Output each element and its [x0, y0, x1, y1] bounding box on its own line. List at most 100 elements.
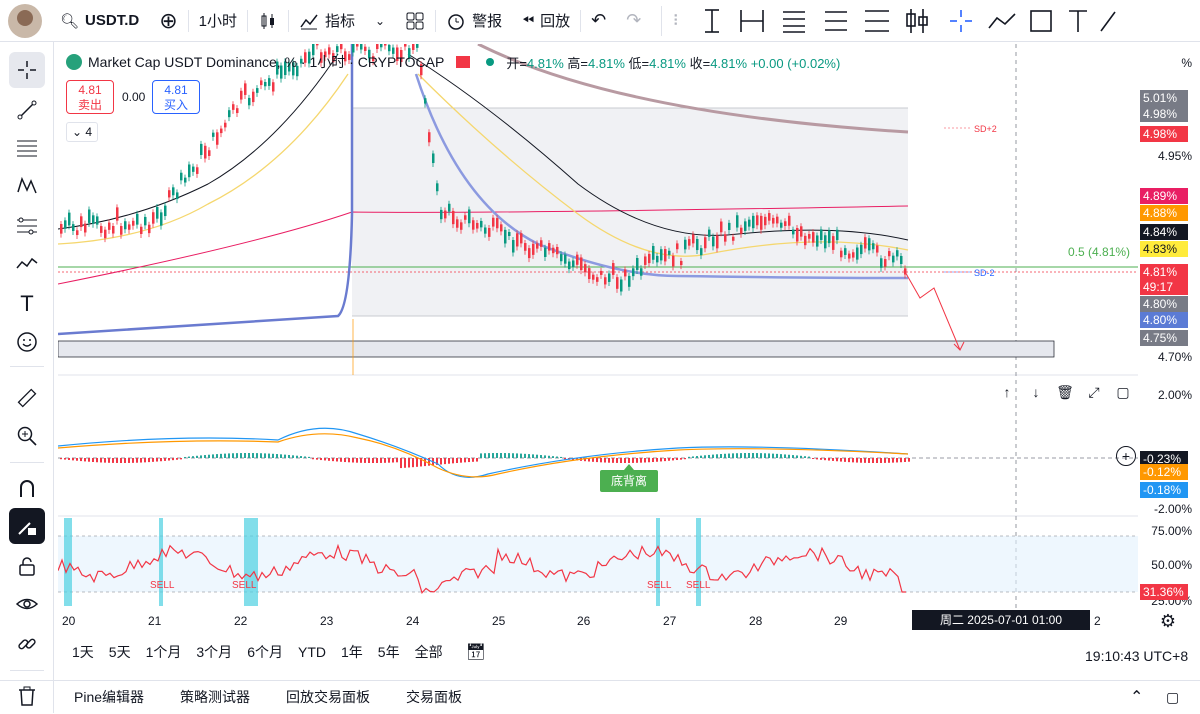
price-axis[interactable]: % 4.95% 4.70% 2.00% -2.00% 75.00% 50.00%… [1138, 44, 1200, 634]
move-pane-up-button[interactable]: ↑ [995, 380, 1019, 404]
indicators-button[interactable]: 指标 ⌄ [289, 0, 395, 42]
hide-tool[interactable] [9, 586, 45, 622]
candle [728, 222, 731, 230]
time-tick: 21 [148, 614, 162, 628]
macd-bar [172, 458, 174, 461]
range-ytd[interactable]: YTD [298, 644, 326, 660]
candle [808, 234, 811, 239]
target-zone-box [58, 340, 1055, 358]
macd-bar [872, 458, 874, 463]
macd-bar [480, 453, 482, 458]
macd-bar [768, 453, 770, 458]
brush-tool[interactable] [9, 246, 45, 282]
macd-bar [344, 458, 346, 463]
avatar[interactable] [8, 3, 42, 38]
candle [816, 235, 819, 247]
ruler-tool[interactable] [9, 380, 45, 416]
macd-bar [164, 458, 166, 461]
tab-pine-editor[interactable]: Pine编辑器 [56, 687, 162, 707]
maximize-panel-icon[interactable]: ▢ [1166, 689, 1179, 706]
range-3m[interactable]: 3个月 [196, 642, 232, 662]
macd-bar [644, 458, 646, 463]
drag-handle-icon[interactable]: ⠇ [662, 0, 693, 42]
delete-pane-icon[interactable]: 🗑︎ [1053, 380, 1077, 404]
layout-button[interactable] [395, 0, 435, 42]
signal-highlight [656, 518, 660, 606]
candle [160, 212, 163, 226]
text-tool[interactable]: T [9, 286, 45, 322]
price-tag: 4.80% [1140, 312, 1188, 328]
lock-tool[interactable] [9, 548, 45, 584]
pattern-tool[interactable] [9, 168, 45, 204]
redo-button[interactable]: ↷ [616, 0, 651, 42]
candle [660, 249, 663, 261]
flag-icon[interactable] [456, 56, 471, 68]
range-5y[interactable]: 5年 [378, 642, 400, 662]
fib-tool[interactable] [9, 130, 45, 166]
candle [888, 251, 891, 257]
tab-trading-panel[interactable]: 交易面板 [388, 687, 480, 707]
indicator-collapse-toggle[interactable]: ⌄ 4 [66, 122, 99, 142]
forecast-tool[interactable] [9, 208, 45, 244]
candle [168, 190, 171, 198]
candle-type-button[interactable] [248, 0, 288, 42]
candle [496, 218, 499, 229]
interval-button[interactable]: 1小时 [189, 0, 247, 42]
emoji-tool[interactable] [9, 324, 45, 360]
tab-replay-panel[interactable]: 回放交易面板 [268, 687, 388, 707]
replay-button[interactable]: ⏪︎ 回放 [512, 0, 580, 42]
alert-button[interactable]: 警报 [436, 0, 512, 42]
link-tool[interactable] [9, 626, 45, 662]
macd-bar [112, 458, 114, 463]
price-tag: 4.98% [1140, 126, 1188, 142]
spread-value: 0.00 [122, 90, 146, 104]
drawing-toolbar: T [0, 42, 54, 713]
crosshair-tool[interactable] [9, 52, 45, 88]
candle [792, 229, 795, 235]
sell-button[interactable]: 4.81 卖出 [66, 80, 114, 114]
price-chart[interactable]: 0.5 (4.81%) SD+2 SD-2 底背离 SELL SELL SELL… [58, 44, 1138, 634]
macd-bar [92, 458, 94, 463]
range-all[interactable]: 全部 [415, 642, 443, 662]
macd-bar [548, 455, 550, 458]
zoom-tool[interactable] [9, 418, 45, 454]
undo-button[interactable]: ↶ [581, 0, 616, 42]
magnet-tool[interactable] [9, 470, 45, 506]
range-5d[interactable]: 5天 [109, 642, 131, 662]
stay-in-drawing-tool[interactable] [9, 508, 45, 544]
buy-button[interactable]: 4.81 买入 [152, 80, 200, 114]
series-title[interactable]: Market Cap USDT Dominance, % · 1小时 · CRY… [88, 52, 444, 72]
candle [492, 217, 495, 227]
range-1m[interactable]: 1个月 [146, 642, 182, 662]
range-1y[interactable]: 1年 [341, 642, 363, 662]
date-range-icon[interactable]: 📅︎ [466, 642, 486, 662]
macd-bar [296, 455, 298, 458]
macd-bar [640, 458, 642, 463]
candle [200, 143, 203, 155]
candle [868, 238, 871, 251]
trendline-tool[interactable] [9, 92, 45, 128]
line-tool-icon[interactable] [705, 8, 720, 33]
macd-bar [752, 453, 754, 458]
range-6m[interactable]: 6个月 [247, 642, 283, 662]
chevron-up-icon[interactable]: ⌃ [1130, 687, 1143, 707]
settings-gear-icon[interactable]: ⚙ [1156, 609, 1180, 633]
macd-bar [748, 453, 750, 458]
candle [484, 227, 487, 234]
collapse-pane-icon[interactable]: ⤢ [1082, 380, 1106, 404]
macd-bar [540, 455, 542, 458]
add-plus-icon[interactable]: + [1116, 446, 1136, 466]
macd-bar [756, 453, 758, 458]
range-1d[interactable]: 1天 [72, 642, 94, 662]
macd-bar [136, 458, 138, 463]
time-tick: 2 [1094, 614, 1101, 628]
clock[interactable]: 19:10:43 UTC+8 [1085, 648, 1188, 664]
tab-strategy-tester[interactable]: 策略测试器 [162, 687, 268, 707]
move-pane-down-button[interactable]: ↓ [1024, 380, 1048, 404]
compare-add-button[interactable]: ⊕ [149, 0, 187, 42]
candle [524, 243, 527, 251]
symbol-search[interactable]: 🔍︎ USDT.D [50, 0, 149, 42]
candle [140, 226, 143, 234]
candle [724, 234, 727, 242]
maximize-pane-icon[interactable]: ▢ [1111, 380, 1135, 404]
